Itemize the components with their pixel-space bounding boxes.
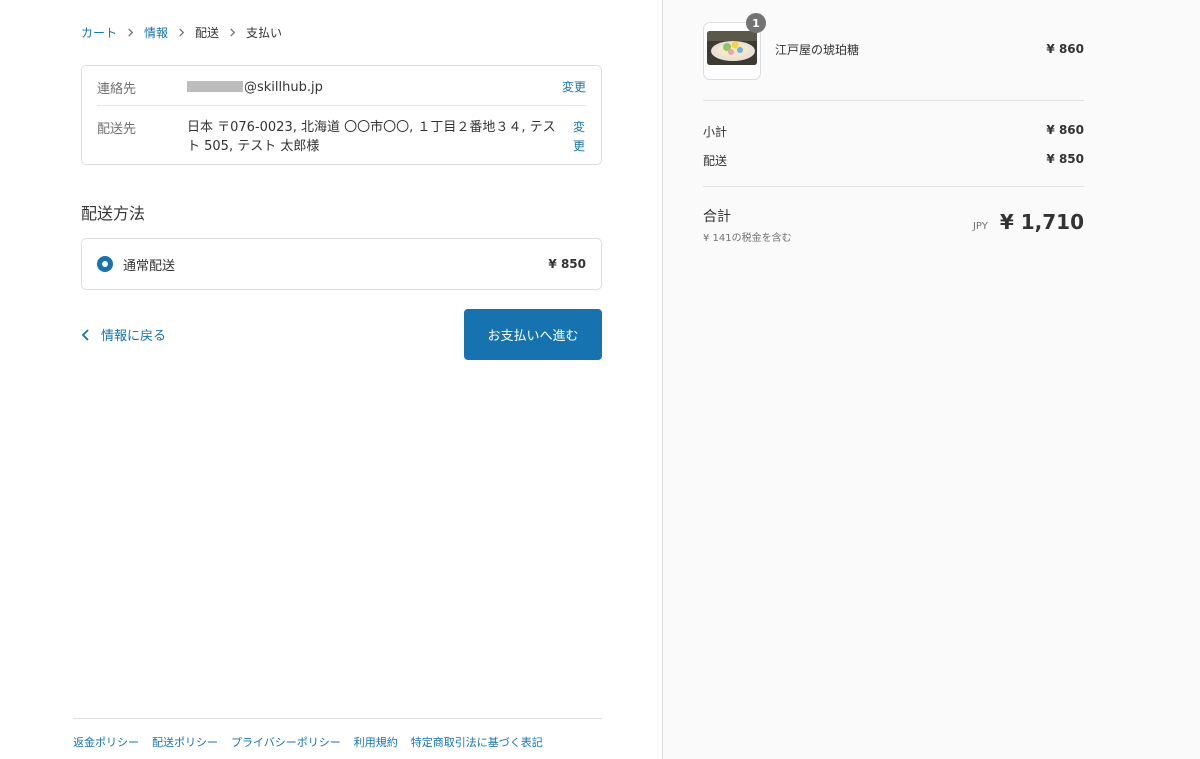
shipping-value: ¥ 850: [1046, 152, 1084, 166]
product-name: 江戸屋の琥珀糖: [775, 42, 860, 57]
refund-policy-link[interactable]: 返金ポリシー: [73, 734, 139, 750]
continue-to-payment-button[interactable]: お支払いへ進む: [464, 309, 602, 360]
subtotal-value: ¥ 860: [1046, 123, 1084, 137]
subtotal-row: 小計 ¥ 860: [703, 123, 1084, 140]
shipping-label: 配送: [703, 154, 728, 168]
radio-selected-icon[interactable]: [97, 256, 113, 272]
shipping-policy-link[interactable]: 配送ポリシー: [152, 734, 218, 750]
breadcrumb-info[interactable]: 情報: [144, 24, 168, 41]
change-shipto-link[interactable]: 変更: [572, 118, 586, 156]
quantity-badge: 1: [746, 13, 766, 33]
product-price: ¥ 860: [1046, 42, 1084, 56]
change-shipto-link-top: 変: [572, 120, 585, 134]
product-line: 1 江戸屋の琥珀糖 ¥ 860: [703, 13, 1084, 80]
product-image: [707, 31, 757, 65]
masked-email-prefix: [187, 81, 243, 92]
total-amount: ¥ 1,710: [999, 210, 1084, 234]
shipping-option-price: ¥ 850: [548, 257, 586, 271]
breadcrumb-shipping: 配送: [195, 26, 220, 40]
total-label: 合計: [703, 209, 731, 225]
change-contact-link[interactable]: 変更: [558, 78, 586, 105]
chevron-right-icon: [177, 28, 186, 37]
summary-divider: [703, 186, 1084, 187]
shipping-method-title: 配送方法: [81, 204, 146, 223]
summary-divider: [703, 100, 1084, 101]
product-thumbnail: 1: [703, 13, 766, 80]
shipto-row: 配送先 日本 〒076-0023, 北海道 〇〇市〇〇, １丁目２番地３４, テ…: [97, 118, 586, 156]
legal-notice-link[interactable]: 特定商取引法に基づく表記: [411, 734, 543, 750]
order-summary: 1 江戸屋の琥珀糖 ¥ 860 小計 ¥ 860 配送 ¥ 850 合計 ¥ 1…: [662, 0, 1200, 759]
shipping-option[interactable]: 通常配送 ¥ 850: [81, 238, 602, 290]
contact-email: @skillhub.jp: [244, 80, 323, 95]
checkout-main: カート 情報 配送 支払い 連絡先 @skillhub.jp 変更 配送先 日本…: [0, 0, 662, 759]
shipto-value: 日本 〒076-0023, 北海道 〇〇市〇〇, １丁目２番地３４, テスト 5…: [187, 120, 556, 154]
terms-link[interactable]: 利用規約: [354, 734, 398, 750]
chevron-right-icon: [228, 28, 237, 37]
shipto-label: 配送先: [97, 122, 137, 137]
shipping-option-name: 通常配送: [123, 258, 176, 274]
total-label-block: 合計 ¥ 141の税金を含む: [703, 206, 792, 244]
policy-footer: 返金ポリシー 配送ポリシー プライバシーポリシー 利用規約 特定商取引法に基づく…: [73, 718, 602, 750]
currency-code: JPY: [972, 221, 988, 232]
change-shipto-link-bottom: 更: [572, 139, 585, 153]
chevron-left-icon: [81, 328, 89, 341]
contact-row: 連絡先 @skillhub.jp 変更: [97, 78, 586, 106]
review-block: 連絡先 @skillhub.jp 変更 配送先 日本 〒076-0023, 北海…: [81, 65, 602, 165]
subtotal-label: 小計: [703, 125, 728, 139]
contact-value: @skillhub.jp: [187, 78, 558, 105]
chevron-right-icon: [126, 28, 135, 37]
privacy-policy-link[interactable]: プライバシーポリシー: [231, 734, 341, 750]
back-label: 情報に戻る: [101, 329, 167, 344]
breadcrumb-cart[interactable]: カート: [81, 24, 117, 41]
contact-label: 連絡先: [97, 82, 137, 97]
radio-dot: [102, 261, 108, 267]
total-amount-block: JPY ¥ 1,710: [973, 210, 1084, 234]
shipping-row: 配送 ¥ 850: [703, 152, 1084, 169]
breadcrumb: カート 情報 配送 支払い: [81, 24, 282, 41]
breadcrumb-payment: 支払い: [246, 26, 283, 40]
tax-note: ¥ 141の税金を含む: [703, 233, 792, 244]
back-to-info-link[interactable]: 情報に戻る: [81, 325, 166, 344]
total-row: 合計 ¥ 141の税金を含む JPY ¥ 1,710: [703, 206, 1084, 244]
